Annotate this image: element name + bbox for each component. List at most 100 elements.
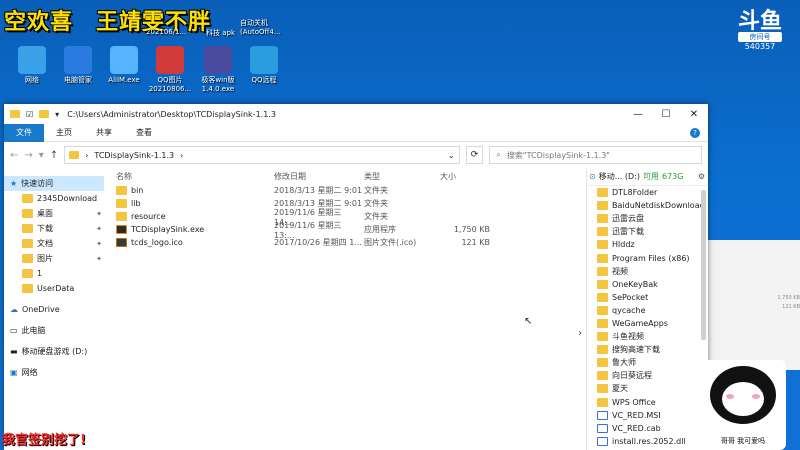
- drive-item-label: OneKeyBak: [612, 279, 658, 289]
- drive-item[interactable]: OneKeyBak: [587, 278, 708, 291]
- file-row[interactable]: tcds_logo.ico 2017/10/26 星期四 1... 图片文件(.ic…: [112, 236, 580, 249]
- folder-icon: [22, 254, 33, 263]
- address-bar[interactable]: › TCDisplaySink-1.1.3 › ⌄: [64, 146, 460, 164]
- pin-icon[interactable]: ✦: [96, 210, 102, 218]
- drive-item[interactable]: 迅雷下载: [587, 225, 708, 238]
- maximize-button[interactable]: ☐: [652, 109, 680, 120]
- douyu-logo: 斗鱼: [737, 9, 782, 34]
- pin-icon[interactable]: ✦: [96, 255, 102, 263]
- folder-icon: [597, 318, 608, 328]
- nav-quick-item[interactable]: 下载 ✦: [4, 221, 104, 236]
- title-bar[interactable]: ☑ ▾ C:\Users\Administrator\Desktop\TCDis…: [4, 104, 708, 124]
- pin-icon[interactable]: ✦: [96, 225, 102, 233]
- search-input[interactable]: ⌕ 搜索"TCDisplaySink-1.1.3": [489, 146, 702, 164]
- dropdown-icon[interactable]: ▾: [55, 110, 59, 119]
- nav-quick-access[interactable]: ★ 快速访问: [4, 176, 104, 191]
- explorer-window[interactable]: ☑ ▾ C:\Users\Administrator\Desktop\TCDis…: [4, 104, 708, 450]
- nav-quick-item[interactable]: 1: [4, 266, 104, 281]
- drive-item[interactable]: VC_RED.MSI: [587, 409, 708, 422]
- column-size[interactable]: 大小: [440, 171, 490, 182]
- file-name: resource: [131, 212, 166, 221]
- folder-icon: [69, 151, 80, 159]
- recent-dropdown-icon[interactable]: ▾: [39, 150, 44, 161]
- chevron-right-icon[interactable]: ›: [180, 151, 183, 160]
- drive-item-label: WPS Office: [612, 397, 656, 407]
- desktop-icon-label: QQ远程: [251, 76, 277, 84]
- nav-label: 2345Download: [37, 194, 98, 203]
- file-row[interactable]: bin 2018/3/13 星期二 9:01 文件夹: [112, 184, 580, 197]
- new-folder-icon[interactable]: [39, 110, 50, 118]
- close-button[interactable]: ✕: [680, 109, 708, 120]
- gear-icon[interactable]: ⚙: [698, 172, 705, 181]
- bg-window-row: 121 KB: [782, 304, 800, 310]
- nav-onedrive[interactable]: ☁ OneDrive: [4, 302, 104, 317]
- bg-window-row: [708, 276, 800, 285]
- minimize-button[interactable]: —: [624, 109, 652, 120]
- drive-item[interactable]: install.res.2052.dll: [587, 435, 708, 448]
- scrollbar[interactable]: [701, 190, 706, 340]
- drive-item[interactable]: WPS Office: [587, 396, 708, 409]
- drive-item[interactable]: 视频: [587, 265, 708, 278]
- drive-item[interactable]: 向日葵远程: [587, 369, 708, 382]
- drive-item[interactable]: SePocket: [587, 291, 708, 304]
- file-name: lib: [131, 199, 141, 208]
- drive-item[interactable]: 斗鱼视频: [587, 330, 708, 343]
- drive-item[interactable]: WeGameApps: [587, 317, 708, 330]
- nav-quick-item[interactable]: 2345Download: [4, 191, 104, 206]
- nav-this-pc[interactable]: ▭ 此电脑: [4, 323, 104, 338]
- drive-item[interactable]: DTL8Folder: [587, 186, 708, 199]
- column-type[interactable]: 类型: [364, 171, 440, 182]
- nav-quick-item[interactable]: 文档 ✦: [4, 236, 104, 251]
- folder-icon: [22, 284, 33, 293]
- tab-file[interactable]: 文件: [4, 123, 44, 142]
- drive-item[interactable]: qycache: [587, 304, 708, 317]
- nav-drive-d[interactable]: ▬ 移动硬盘游戏 (D:): [4, 344, 104, 359]
- bg-window-row: [708, 267, 800, 276]
- column-name[interactable]: 名称: [112, 171, 274, 182]
- tab-view[interactable]: 查看: [124, 124, 164, 142]
- file-icon: [597, 423, 608, 433]
- nav-quick-item[interactable]: 桌面 ✦: [4, 206, 104, 221]
- chevron-right-icon[interactable]: ›: [85, 151, 88, 160]
- column-date[interactable]: 修改日期: [274, 171, 364, 182]
- drive-item[interactable]: VC_RED.cab: [587, 422, 708, 435]
- drive-icon: ⊙: [589, 172, 596, 181]
- drive-item[interactable]: BaiduNetdiskDownload: [587, 199, 708, 212]
- address-dropdown-icon[interactable]: ⌄: [448, 151, 455, 160]
- nav-quick-item[interactable]: 图片 ✦: [4, 251, 104, 266]
- file-row[interactable]: TCDisplaySink.exe 2019/11/6 星期三 13:... 应用程…: [112, 221, 580, 240]
- breadcrumb[interactable]: TCDisplaySink-1.1.3: [94, 151, 174, 160]
- drive-pane-header[interactable]: ⊙ 移动... (D:) 可用 673G ⚙: [587, 168, 708, 186]
- drive-item[interactable]: 鲁大师: [587, 356, 708, 369]
- folder-icon: [597, 214, 608, 224]
- desktop-label-1[interactable]: 202106/1...: [146, 28, 186, 36]
- chevron-right-icon[interactable]: ›: [578, 328, 582, 339]
- desktop-icon[interactable]: QQ远程: [236, 46, 292, 85]
- nav-quick-item[interactable]: UserData: [4, 281, 104, 296]
- drive-item[interactable]: 搜狗高速下载: [587, 343, 708, 356]
- pin-icon[interactable]: ✦: [96, 240, 102, 248]
- help-icon[interactable]: ?: [690, 127, 700, 138]
- quick-access-toolbar[interactable]: ☑ ▾: [10, 110, 59, 119]
- back-arrow-icon[interactable]: ←: [10, 150, 18, 161]
- desktop-label-2[interactable]: 科技 apk: [206, 28, 235, 38]
- file-date: 2018/3/13 星期二 9:01: [274, 186, 363, 195]
- forward-arrow-icon[interactable]: →: [24, 150, 32, 161]
- tab-share[interactable]: 共享: [84, 124, 124, 142]
- checkbox-icon[interactable]: ☑: [26, 110, 33, 119]
- nav-network[interactable]: ▣ 网络: [4, 365, 104, 380]
- drive-item[interactable]: Hlddz: [587, 238, 708, 251]
- bg-window-row: [708, 249, 800, 258]
- up-arrow-icon[interactable]: ↑: [50, 150, 58, 161]
- drive-item[interactable]: 夏天: [587, 382, 708, 395]
- folder-icon: [597, 397, 608, 407]
- nav-label: 1: [37, 269, 43, 278]
- nav-label: 图片: [37, 254, 53, 263]
- desktop-label-3[interactable]: 自动关机(AutoOff4...: [240, 18, 290, 36]
- file-size: 1,750 KB: [453, 225, 490, 234]
- drive-item[interactable]: Program Files (x86): [587, 251, 708, 264]
- refresh-button[interactable]: ⟳: [465, 146, 484, 164]
- tab-home[interactable]: 主页: [44, 124, 84, 142]
- address-row: ← → ▾ ↑ › TCDisplaySink-1.1.3 › ⌄ ⟳ ⌕ 搜索…: [4, 142, 708, 168]
- drive-item[interactable]: 迅雷云盘: [587, 212, 708, 225]
